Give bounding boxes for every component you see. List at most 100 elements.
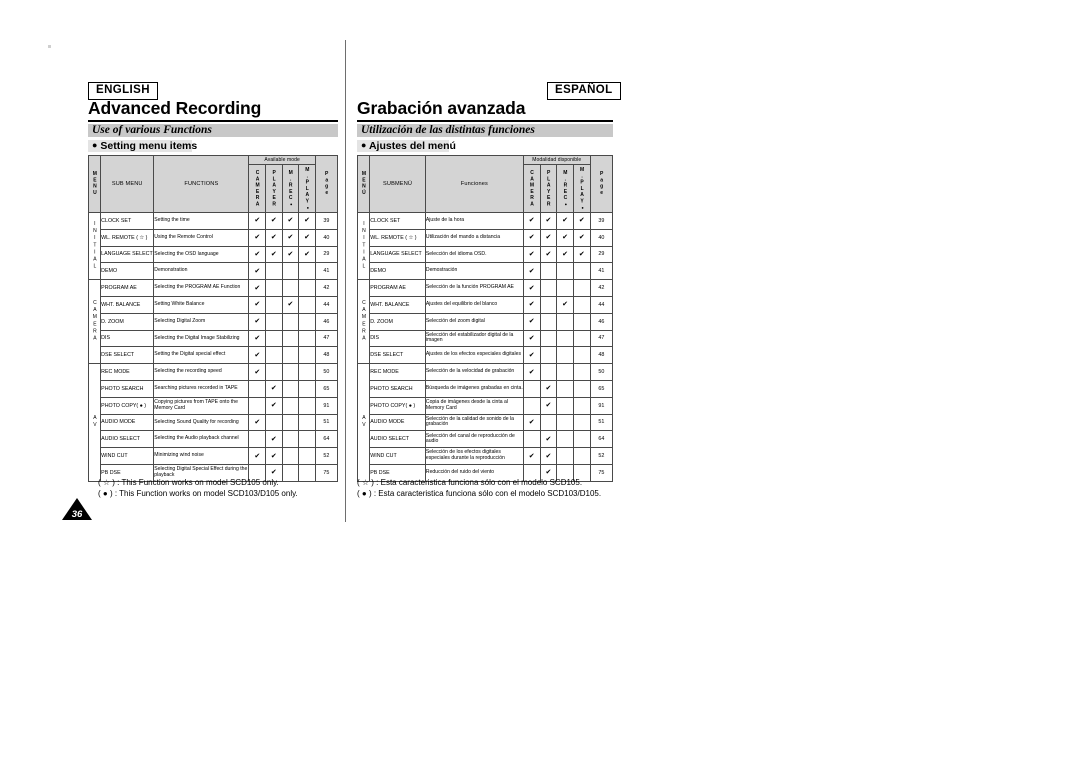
mode-player-cell: [265, 413, 283, 432]
function-cell: Copia de imágenes desde la cinta al Memo…: [424, 396, 524, 415]
th-available-mode: Modalidad disponible: [522, 155, 591, 165]
table-row: AV REC MODE Selección de la velocidad de g…: [356, 363, 614, 482]
sub-menu-cell: PHOTO SEARCH: [369, 379, 426, 398]
th-menu: MENÚ: [356, 155, 371, 213]
sub-menu-cell: WHT. BALANCE: [369, 295, 426, 314]
mode-camera-cell: ✔: [522, 312, 541, 331]
mode-mplay-cell: [298, 379, 316, 398]
mode-mplay-cell: [298, 329, 316, 348]
mode-mplay-cell: [572, 329, 591, 348]
page-ref-cell: 47: [589, 329, 614, 348]
function-cell: Ajustes de los efectos especiales digita…: [424, 346, 524, 365]
function-cell: Selecting Sound Quality for recording: [153, 413, 250, 432]
mode-mrec-cell: ✔: [556, 212, 574, 230]
mode-player-cell: [265, 363, 283, 381]
table-row: INITIAL CLOCK SET Ajuste de la hora ✔ ✔ ✔ ✔ 39: [356, 211, 614, 281]
menu-group-label-wrap: CAMERA: [89, 300, 100, 343]
mode-player-cell: ✔: [539, 430, 558, 449]
function-cell: Selección del zoom digital: [424, 312, 524, 331]
mode-mrec-cell: [281, 329, 300, 348]
mode-mplay-cell: ✔: [572, 228, 591, 247]
column-divider: [345, 40, 346, 522]
mode-camera-cell: ✔: [522, 245, 541, 264]
mode-mplay-cell: ✔: [298, 245, 316, 264]
mode-mrec-cell: [281, 312, 300, 331]
mode-camera-cell: [248, 430, 267, 449]
mode-mplay-cell: [298, 396, 316, 415]
mode-camera-cell: ✔: [248, 413, 267, 432]
mode-player-cell: ✔: [265, 447, 283, 465]
sub-menu-cell: D. ZOOM: [100, 312, 155, 331]
mode-player-cell: ✔: [265, 379, 283, 398]
function-cell: Selección de los efectos digitales espec…: [424, 447, 524, 465]
mode-mplay-cell: [298, 279, 316, 297]
mode-availability-dot-icon: ●: [580, 204, 586, 211]
th-sub-menu: SUBMENÚ: [369, 155, 426, 213]
mode-player-cell: [539, 312, 558, 331]
mode-mrec-cell: [556, 312, 574, 331]
mode-mrec-cell: ✔: [556, 295, 574, 314]
function-cell: Selecting the PROGRAM AE Function: [153, 279, 250, 297]
sub-menu-cell: REC MODE: [369, 363, 426, 381]
function-cell: Selecting the Audio playback channel: [153, 430, 250, 449]
function-cell: Selección del estabilizador digital de l…: [424, 329, 524, 348]
mode-mrec-cell: ✔: [281, 295, 300, 314]
mode-mrec-cell: [281, 279, 300, 297]
menu-group-label-wrap: INITIAL: [89, 221, 100, 271]
page-ref-cell: 39: [589, 212, 614, 230]
mode-mplay-cell: [298, 295, 316, 314]
spanish-footnotes: ( ☆ ) : Esta caracteristica funciona sól…: [357, 477, 601, 499]
mode-camera-cell: ✔: [248, 447, 267, 465]
function-cell: Selección del idioma OSD.: [424, 245, 524, 264]
page-ref-cell: 29: [589, 245, 614, 264]
mode-camera-cell: ✔: [522, 212, 541, 230]
page-ref-cell: 46: [589, 312, 614, 331]
th-functions: FUNCTIONS: [153, 155, 250, 213]
page-ref-cell: 42: [314, 279, 339, 297]
sub-menu-cell: DEMO: [369, 262, 426, 281]
mode-camera-cell: ✔: [248, 312, 267, 331]
function-cell: Búsqueda de imágenes grabadas en cinta.: [424, 379, 524, 398]
mode-player-cell: [539, 262, 558, 281]
mode-player-cell: [265, 312, 283, 331]
mode-mrec-cell: [281, 346, 300, 365]
bullet-icon: ●: [361, 140, 367, 150]
function-cell: Selecting the OSD language: [153, 245, 250, 264]
page-ref-cell: 64: [314, 430, 339, 449]
mode-player-cell: [539, 363, 558, 381]
sub-menu-cell: PHOTO SEARCH: [100, 379, 155, 398]
menu-group-initial: INITIAL: [356, 211, 371, 281]
page-ref-cell: 47: [314, 329, 339, 348]
table-row: DIS Selecting the Digital Image Stabilizi…: [89, 329, 339, 348]
sub-menu-cell: LANGUAGE SELECT: [100, 245, 155, 264]
menu-group-label: AV: [91, 415, 98, 430]
page-ref-cell: 48: [314, 346, 339, 365]
english-language-tag: ENGLISH: [88, 82, 158, 100]
mode-player-cell: [265, 262, 283, 281]
menu-group-a-v: AV: [87, 363, 102, 482]
mode-mrec-cell: [556, 413, 574, 432]
mode-mplay-cell: [298, 430, 316, 449]
mode-player-cell: [539, 279, 558, 297]
th-camera: CAMERA: [522, 164, 541, 213]
function-cell: Searching pictures recorded in TAPE: [153, 379, 250, 398]
sub-menu-cell: LANGUAGE SELECT: [369, 245, 426, 264]
mode-camera-cell: ✔: [248, 262, 267, 281]
spanish-table-head: MENÚ SUBMENÚ Funciones Modalidad disponi…: [356, 155, 614, 213]
mode-mrec-cell: [556, 379, 574, 398]
page-ref-cell: 50: [314, 363, 339, 381]
th-menu: MENU: [87, 155, 102, 213]
mode-mrec-cell: [281, 363, 300, 381]
mode-player-cell: [265, 295, 283, 314]
table-row: WHT. BALANCE Setting White Balance ✔ ✔ 44: [89, 295, 339, 314]
table-row: DEMO Demostración ✔ 41: [358, 262, 614, 281]
mode-availability-dot-icon: ●: [288, 201, 294, 207]
sub-menu-cell: DIS: [369, 329, 426, 348]
sub-menu-cell: CLOCK SET: [369, 212, 426, 230]
spanish-language-tag-row: ESPAÑOL: [547, 80, 621, 100]
table-row: WIND CUT Minimizing wind noise ✔ ✔ 52: [89, 447, 339, 465]
english-title-rule: [88, 120, 338, 123]
sub-menu-cell: AUDIO SELECT: [100, 430, 155, 449]
page-ref-cell: 65: [589, 379, 614, 398]
mode-mrec-cell: [556, 346, 574, 365]
